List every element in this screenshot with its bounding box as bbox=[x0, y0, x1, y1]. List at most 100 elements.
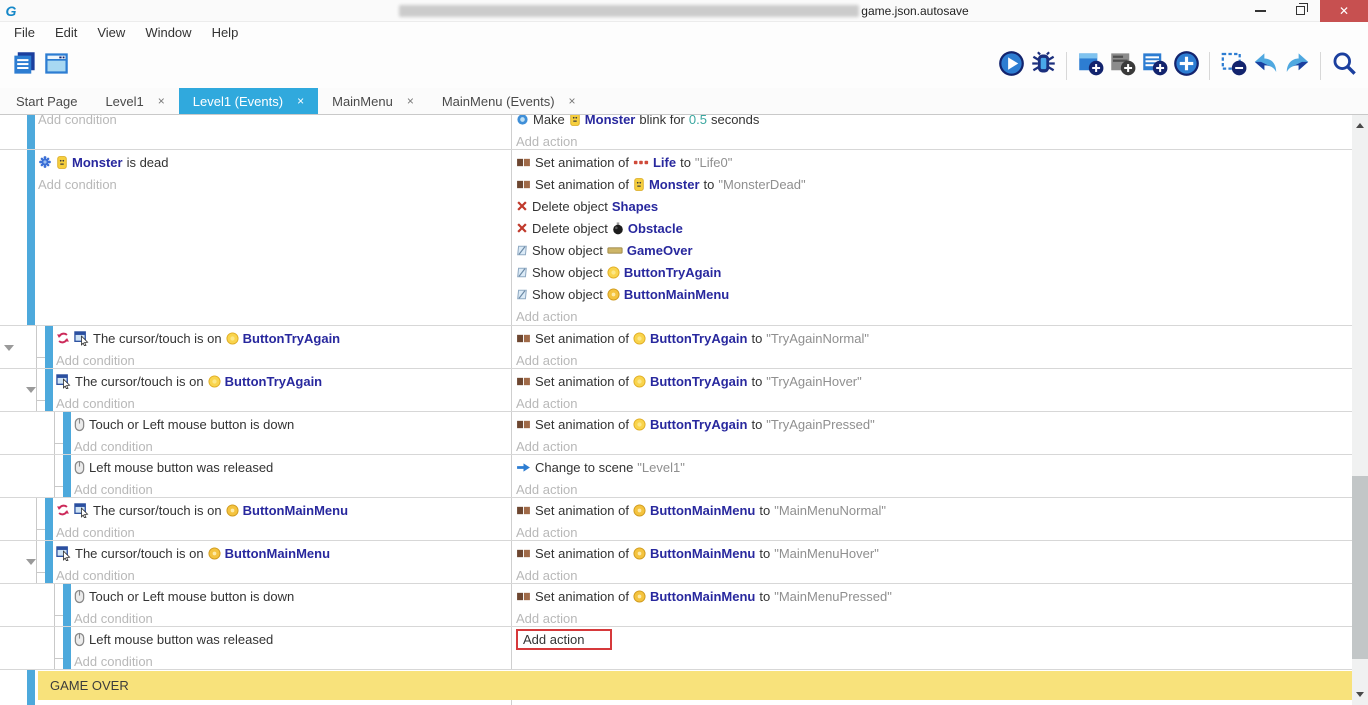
action-line[interactable]: Set animation of ButtonTryAgain to "TryA… bbox=[516, 327, 1352, 349]
add-condition-link[interactable]: Add condition bbox=[74, 607, 511, 627]
action-line[interactable]: Set animation of Monster to "MonsterDead… bbox=[516, 173, 1352, 195]
actions-column[interactable]: Set animation of ButtonTryAgain to "TryA… bbox=[512, 369, 1352, 411]
action-line[interactable]: Set animation of ButtonMainMenu to "Main… bbox=[516, 499, 1352, 521]
conditions-column[interactable]: The cursor/touch is on ButtonMainMenuAdd… bbox=[56, 541, 512, 583]
tab-level1[interactable]: Level1× bbox=[91, 88, 178, 114]
add-action-link[interactable]: Add action bbox=[516, 305, 1352, 326]
action-line[interactable]: Change to scene "Level1" bbox=[516, 456, 1352, 478]
add-event-button[interactable] bbox=[1074, 50, 1106, 82]
tab-start-page[interactable]: Start Page bbox=[2, 88, 91, 114]
menu-file[interactable]: File bbox=[4, 22, 45, 44]
condition-line[interactable]: Touch or Left mouse button is down bbox=[74, 585, 511, 607]
add-condition-link[interactable]: Add condition bbox=[56, 521, 511, 541]
action-line[interactable]: Set animation of ButtonTryAgain to "TryA… bbox=[516, 413, 1352, 435]
tutorial-highlight-box[interactable]: Add action bbox=[516, 629, 612, 650]
conditions-column[interactable]: Add condition bbox=[38, 115, 512, 149]
restore-button[interactable] bbox=[1280, 0, 1320, 22]
add-condition-link[interactable]: Add condition bbox=[74, 650, 511, 670]
actions-column[interactable]: Make Monster blink for 0.5 secondsAdd ac… bbox=[512, 115, 1352, 149]
add-circle-button[interactable] bbox=[1170, 50, 1202, 82]
action-line[interactable]: Make Monster blink for 0.5 seconds bbox=[516, 115, 1352, 130]
action-line[interactable]: Show object GameOver bbox=[516, 239, 1352, 261]
condition-line[interactable]: Monster is dead bbox=[38, 151, 511, 173]
condition-line[interactable]: The cursor/touch is on ButtonMainMenu bbox=[56, 542, 511, 564]
event-row[interactable]: Touch or Left mouse button is downAdd co… bbox=[0, 584, 1352, 627]
tab-close-icon[interactable]: × bbox=[297, 94, 304, 108]
event-row[interactable]: Left mouse button was releasedAdd condit… bbox=[0, 627, 1352, 670]
add-action-link-highlighted[interactable]: Add action bbox=[516, 628, 1352, 650]
vertical-scrollbar[interactable] bbox=[1352, 115, 1368, 705]
action-line[interactable]: Set animation of ButtonTryAgain to "TryA… bbox=[516, 370, 1352, 392]
minimize-button[interactable] bbox=[1240, 0, 1280, 22]
add-condition-link[interactable]: Add condition bbox=[56, 564, 511, 584]
actions-column[interactable]: Set animation of ButtonMainMenu to "Main… bbox=[512, 541, 1352, 583]
add-action-link[interactable]: Add action bbox=[516, 349, 1352, 369]
add-condition-link[interactable]: Add condition bbox=[74, 478, 511, 498]
add-action-link[interactable]: Add action bbox=[516, 521, 1352, 541]
event-row[interactable]: Touch or Left mouse button is downAdd co… bbox=[0, 412, 1352, 455]
fold-arrow-icon[interactable] bbox=[26, 387, 36, 393]
event-row[interactable]: Add conditionMake Monster blink for 0.5 … bbox=[0, 115, 1352, 150]
conditions-column[interactable]: The cursor/touch is on ButtonTryAgainAdd… bbox=[56, 326, 512, 368]
scroll-down-icon[interactable] bbox=[1356, 692, 1364, 697]
project-manager-button[interactable] bbox=[8, 50, 40, 82]
undo-button[interactable] bbox=[1249, 50, 1281, 82]
tab-mainmenu-events-[interactable]: MainMenu (Events)× bbox=[428, 88, 590, 114]
add-condition-link[interactable]: Add condition bbox=[38, 173, 511, 195]
add-condition-link[interactable]: Add condition bbox=[74, 435, 511, 455]
event-row[interactable]: The cursor/touch is on ButtonTryAgainAdd… bbox=[0, 326, 1352, 369]
actions-column[interactable]: Set animation of ButtonTryAgain to "TryA… bbox=[512, 412, 1352, 454]
fold-arrow-icon[interactable] bbox=[4, 345, 14, 351]
play-button[interactable] bbox=[995, 50, 1027, 82]
event-row[interactable]: Monster is deadAdd conditionSet animatio… bbox=[0, 150, 1352, 326]
action-line[interactable]: Set animation of ButtonMainMenu to "Main… bbox=[516, 542, 1352, 564]
add-condition-link[interactable]: Add condition bbox=[56, 349, 511, 369]
scroll-up-icon[interactable] bbox=[1356, 123, 1364, 128]
add-action-link[interactable]: Add action bbox=[516, 564, 1352, 584]
add-subevent-button[interactable] bbox=[1138, 50, 1170, 82]
conditions-column[interactable]: Touch or Left mouse button is downAdd co… bbox=[74, 412, 512, 454]
add-condition-link[interactable]: Add condition bbox=[38, 115, 511, 130]
add-condition-link[interactable]: Add condition bbox=[56, 392, 511, 412]
conditions-column[interactable]: Touch or Left mouse button is downAdd co… bbox=[74, 584, 512, 626]
condition-line[interactable]: The cursor/touch is on ButtonTryAgain bbox=[56, 370, 511, 392]
event-row[interactable]: The cursor/touch is on ButtonMainMenuAdd… bbox=[0, 541, 1352, 584]
add-action-link[interactable]: Add action bbox=[516, 435, 1352, 455]
actions-column[interactable]: Set animation of Life to "Life0"Set anim… bbox=[512, 150, 1352, 325]
actions-column[interactable]: Set animation of ButtonMainMenu to "Main… bbox=[512, 498, 1352, 540]
add-action-link[interactable]: Add action bbox=[516, 130, 1352, 150]
conditions-column[interactable]: Monster is deadAdd condition bbox=[38, 150, 512, 325]
event-row[interactable] bbox=[0, 700, 1352, 705]
conditions-column[interactable]: Left mouse button was releasedAdd condit… bbox=[74, 455, 512, 497]
fold-arrow-icon[interactable] bbox=[26, 559, 36, 565]
tab-level1-events-[interactable]: Level1 (Events)× bbox=[179, 88, 318, 114]
tab-mainmenu[interactable]: MainMenu× bbox=[318, 88, 428, 114]
menu-view[interactable]: View bbox=[87, 22, 135, 44]
tab-close-icon[interactable]: × bbox=[158, 94, 165, 108]
actions-column[interactable]: Set animation of ButtonMainMenu to "Main… bbox=[512, 584, 1352, 626]
action-line[interactable]: Delete object Obstacle bbox=[516, 217, 1352, 239]
event-row[interactable]: The cursor/touch is on ButtonTryAgainAdd… bbox=[0, 369, 1352, 412]
tab-close-icon[interactable]: × bbox=[569, 94, 576, 108]
condition-line[interactable]: Touch or Left mouse button is down bbox=[74, 413, 511, 435]
event-row[interactable]: Left mouse button was releasedAdd condit… bbox=[0, 455, 1352, 498]
actions-column[interactable]: Add action bbox=[512, 627, 1352, 669]
conditions-column[interactable]: The cursor/touch is on ButtonTryAgainAdd… bbox=[56, 369, 512, 411]
start-page-button[interactable] bbox=[40, 50, 72, 82]
close-button[interactable]: ✕ bbox=[1320, 0, 1368, 22]
condition-line[interactable]: The cursor/touch is on ButtonTryAgain bbox=[56, 327, 511, 349]
condition-line[interactable]: Left mouse button was released bbox=[74, 456, 511, 478]
action-line[interactable]: Delete object Shapes bbox=[516, 195, 1352, 217]
add-comment-button[interactable] bbox=[1106, 50, 1138, 82]
add-action-link[interactable]: Add action bbox=[516, 607, 1352, 627]
actions-column[interactable] bbox=[512, 700, 1352, 705]
action-line[interactable]: Set animation of Life to "Life0" bbox=[516, 151, 1352, 173]
actions-column[interactable]: Change to scene "Level1"Add action bbox=[512, 455, 1352, 497]
add-action-link[interactable]: Add action bbox=[516, 478, 1352, 498]
scrollbar-thumb[interactable] bbox=[1352, 476, 1368, 659]
condition-line[interactable]: Left mouse button was released bbox=[74, 628, 511, 650]
debug-button[interactable] bbox=[1027, 50, 1059, 82]
actions-column[interactable]: Set animation of ButtonTryAgain to "TryA… bbox=[512, 326, 1352, 368]
search-button[interactable] bbox=[1328, 50, 1360, 82]
menu-help[interactable]: Help bbox=[202, 22, 249, 44]
